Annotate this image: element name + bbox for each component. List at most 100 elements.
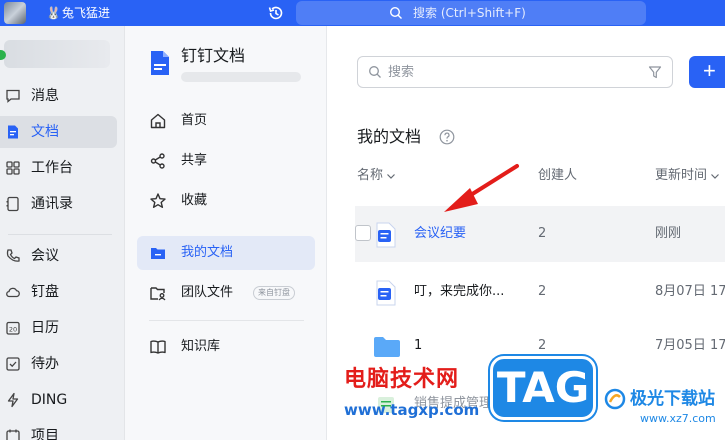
chevron-down-icon [387,173,395,179]
folder-icon [151,248,165,259]
filter-icon[interactable] [648,65,662,79]
watermark-tag-text: TAG [496,363,590,412]
row-title[interactable]: 1 [414,336,422,356]
folder-icon [374,337,400,357]
docnav-label: 我的文档 [181,245,234,260]
column-header-creator: 创建人 [538,168,578,183]
row-creator: 2 [538,284,547,299]
doc-search-box[interactable] [357,56,673,88]
book-icon [150,340,166,354]
nav-item-projects[interactable]: 项目 [0,420,117,440]
docnav-item-knowledge-base[interactable]: 知识库 [137,330,315,364]
main-sidebar: 消息 文档 工作台 通讯录 会议 钉盘 20 日历 待办 DING 项目 [0,26,125,440]
nav-item-docs[interactable]: 文档 [0,116,117,148]
rabbit-icon: 🐰 [46,6,61,20]
docnav-label: 首页 [181,113,208,128]
row-updated: 刚刚 [655,226,682,241]
nav-item-ding[interactable]: DING [0,384,117,416]
nav-item-workbench[interactable]: 工作台 [0,152,117,184]
nav-item-meetings[interactable]: 会议 [0,240,117,272]
global-search-bar[interactable]: 搜索 (Ctrl+Shift+F) [296,1,646,25]
lightning-icon [7,392,19,408]
calendar-icon: 20 [6,321,20,335]
nav-label: DING [31,392,68,408]
nav-label: 项目 [31,428,59,440]
row-checkbox[interactable] [355,225,371,241]
docnav-label: 共享 [181,153,208,168]
nav-label: 工作台 [31,160,73,176]
docs-app-title: 钉钉文档 [181,46,246,65]
docnav-item-favorites[interactable]: 收藏 [137,184,315,218]
user-avatar[interactable] [4,2,26,24]
doc-file-icon [376,222,396,248]
sidebar-divider [8,234,112,235]
docnav-item-team-files[interactable]: 团队文件 来自钉盘 [137,276,315,310]
row-creator: 2 [538,338,547,353]
nav-item-contacts[interactable]: 通讯录 [0,188,117,220]
watermark-site-url: www.tagxp.com [344,401,480,419]
plus-icon: + [703,58,716,83]
nav-item-calendar[interactable]: 20 日历 [0,312,117,344]
todo-icon [6,357,20,371]
nav-label: 会议 [31,248,59,264]
docnav-label: 团队文件 [181,285,234,300]
nav-label: 待办 [31,356,59,372]
row-updated: 8月07日 17 [655,284,725,299]
user-name[interactable]: 兔飞猛进 [62,4,110,22]
message-icon [6,89,20,103]
row-title[interactable]: 会议纪要 [414,224,466,244]
nav-label: 通讯录 [31,196,73,212]
contacts-icon [6,196,19,212]
search-icon [369,66,381,78]
doc-file-icon [376,280,396,306]
watermark-site-name: 电脑技术网 [344,367,460,392]
share-icon [150,153,165,169]
docnav-item-home[interactable]: 首页 [137,104,315,138]
star-icon [150,193,166,208]
history-icon[interactable] [266,3,286,23]
column-header-updated[interactable]: 更新时间 [655,166,720,186]
doc-icon [8,125,18,139]
org-switcher[interactable] [4,40,110,68]
watermark-brand-url: www.xz7.com [640,412,716,425]
watermark-brand: 极光下载站 [630,389,715,409]
team-folder-icon [150,287,166,301]
nav-label: 文档 [31,124,59,140]
new-doc-button[interactable]: + [689,56,725,88]
docs-sidebar: 钉钉文档 首页 共享 收藏 我的文档 团队文件 来自钉盘 知识库 [125,26,327,440]
title-bar: 🐰 兔飞猛进 搜索 (Ctrl+Shift+F) [0,0,725,26]
row-creator: 2 [538,226,547,241]
docnav-item-shared[interactable]: 共享 [137,144,315,178]
row-updated: 7月05日 17 [655,338,725,353]
docnav-label: 知识库 [181,339,221,354]
docnav-label: 收藏 [181,193,208,208]
phone-icon [6,249,20,262]
dingtalk-docs-logo [151,51,169,75]
global-search-placeholder: 搜索 (Ctrl+Shift+F) [413,6,526,20]
docnav-item-my-docs[interactable]: 我的文档 [137,236,315,270]
nav-label: 日历 [31,320,59,336]
table-row[interactable]: 叮，来完成你... 2 8月07日 17 [355,264,725,320]
row-title[interactable]: 叮，来完成你... [414,282,504,302]
doc-search-input[interactable] [388,61,628,83]
aurora-logo-icon [604,388,626,410]
nav-item-drive[interactable]: 钉盘 [0,276,117,308]
home-icon [150,113,166,129]
nav-item-todo[interactable]: 待办 [0,348,117,380]
watermark-tag-logo: TAG [490,356,596,420]
nav-item-messages[interactable]: 消息 [0,80,117,112]
docnav-divider [149,320,304,321]
section-title: 我的文档 [357,127,422,146]
project-icon [6,429,20,440]
search-icon [389,6,402,19]
table-row[interactable]: 会议纪要 2 刚刚 [355,206,725,262]
column-header-name[interactable]: 名称 [357,166,396,186]
docs-workspace-name [181,72,301,82]
help-icon[interactable] [439,129,455,145]
nav-label: 钉盘 [31,284,59,300]
chevron-down-icon [711,173,719,179]
source-badge: 来自钉盘 [253,286,295,300]
svg-text:20: 20 [9,326,17,334]
grid-icon [6,161,20,175]
cloud-icon [6,287,20,298]
